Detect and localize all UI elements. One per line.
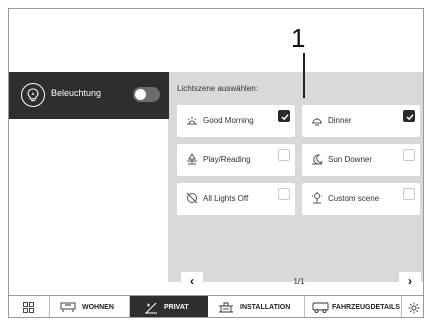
scene-label: Dinner xyxy=(328,116,352,125)
scene-checkbox[interactable] xyxy=(278,110,290,122)
living-icon xyxy=(60,302,76,312)
next-page-button[interactable]: › xyxy=(399,272,421,292)
scene-checkbox[interactable] xyxy=(278,188,290,200)
privat-icon xyxy=(145,302,157,314)
nav-label: INSTALLATION xyxy=(240,304,291,311)
nav-installation[interactable]: INSTALLATION xyxy=(208,296,304,317)
page-indicator: 1/1 xyxy=(293,277,305,286)
toggle-knob xyxy=(135,89,146,100)
scene-card-play-reading[interactable]: Play/Reading xyxy=(177,144,295,176)
callout-number: 1 xyxy=(291,23,306,53)
scene-checkbox[interactable] xyxy=(278,149,290,161)
sunset-icon xyxy=(312,154,324,165)
scene-heading: Lichtszene auswählen: xyxy=(177,84,258,93)
scene-label: All Lights Off xyxy=(203,194,249,203)
touch-screen: Beleuchtung Lichtszene auswählen: Good M… xyxy=(8,8,424,318)
nav-label: WOHNEN xyxy=(82,304,114,311)
previous-page-button[interactable]: ‹ xyxy=(181,272,203,292)
light-off-icon xyxy=(186,192,198,204)
sunrise-icon xyxy=(187,117,197,125)
scene-label: Good Morning xyxy=(203,116,254,125)
lightbulb-icon xyxy=(21,83,45,107)
scene-checkbox[interactable] xyxy=(403,149,415,161)
callout-line xyxy=(303,53,305,98)
scene-checkbox[interactable] xyxy=(403,188,415,200)
lighting-label: Beleuchtung xyxy=(51,88,102,98)
scene-label: Custom scene xyxy=(328,194,380,203)
lighting-panel: Beleuchtung xyxy=(9,72,169,282)
nav-privat[interactable]: PRIVAT xyxy=(130,296,208,317)
scene-card-dinner[interactable]: Dinner xyxy=(302,105,420,137)
nav-label: PRIVAT xyxy=(164,304,189,311)
lighting-toggle[interactable] xyxy=(133,87,160,102)
nav-label: FAHRZEUGDETAILS xyxy=(332,304,400,311)
vehicle-icon xyxy=(312,302,329,313)
nav-wohnen[interactable]: WOHNEN xyxy=(50,296,129,317)
scene-label: Play/Reading xyxy=(203,155,251,164)
check-icon xyxy=(281,114,289,121)
scene-card-sun-downer[interactable]: Sun Downer xyxy=(302,144,420,176)
lighting-header: Beleuchtung xyxy=(9,72,169,119)
bottom-navigation: WOHNEN PRIVAT INSTALLATION FAHRZEUGDETAI… xyxy=(9,295,423,317)
scene-checkbox[interactable] xyxy=(403,110,415,122)
installation-icon xyxy=(219,302,233,313)
scene-label: Sun Downer xyxy=(328,155,373,164)
check-icon xyxy=(406,114,414,121)
scene-card-all-lights-off[interactable]: All Lights Off xyxy=(177,183,295,215)
scene-panel: Lichtszene auswählen: Good Morning Dinne… xyxy=(169,72,423,292)
scene-card-good-morning[interactable]: Good Morning xyxy=(177,105,295,137)
dinner-icon xyxy=(312,118,322,126)
custom-scene-icon xyxy=(312,192,322,204)
grid-icon xyxy=(23,302,34,313)
settings-icon xyxy=(408,302,420,314)
nav-home-grid[interactable] xyxy=(9,296,49,317)
scene-card-custom-scene[interactable]: Custom scene xyxy=(302,183,420,215)
nav-settings[interactable] xyxy=(402,296,423,317)
nav-fahrzeugdetails[interactable]: FAHRZEUGDETAILS xyxy=(305,296,401,317)
lamp-icon xyxy=(187,153,197,165)
